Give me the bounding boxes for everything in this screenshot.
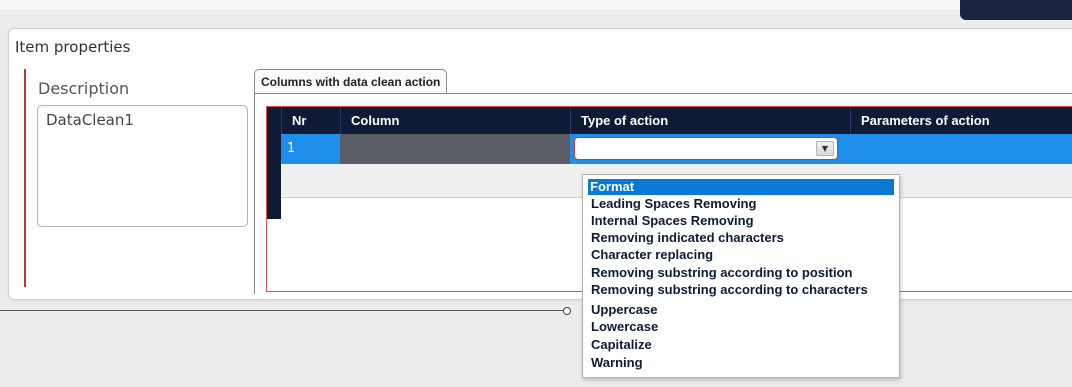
grid-header: Nr Column Type of action Parameters of a… [267,107,1072,134]
description-value: DataClean1 [46,111,134,129]
dropdown-option-leading-spaces-removing[interactable]: Leading Spaces Removing [589,196,756,212]
dropdown-option-removing-substring-by-position[interactable]: Removing substring according to position [589,265,852,281]
type-of-action-select[interactable]: ▼ [574,137,838,160]
header-parameters-of-action[interactable]: Parameters of action [850,107,1072,134]
top-strip [0,0,1072,10]
cell-column[interactable] [340,134,570,164]
dropdown-option-character-replacing[interactable]: Character replacing [589,247,713,263]
cell-parameters-of-action[interactable] [850,134,1072,164]
panel-accent-line [24,69,26,287]
top-toolbar-button[interactable] [960,0,1072,20]
connector-line [0,310,565,311]
cell-nr[interactable]: 1 [281,134,340,164]
dropdown-option-warning[interactable]: Warning [589,355,643,371]
header-type-of-action[interactable]: Type of action [570,107,850,134]
item-properties-panel: Item properties Description DataClean1 C… [8,28,1072,300]
dropdown-option-format[interactable]: Format [588,179,894,195]
connector-dot [563,307,571,315]
description-field[interactable]: DataClean1 [37,105,248,227]
dropdown-option-removing-substring-by-characters[interactable]: Removing substring according to characte… [589,282,868,298]
table-row[interactable]: 1 ▼ [267,134,1072,164]
header-nr[interactable]: Nr [281,107,340,134]
chevron-down-icon[interactable]: ▼ [816,141,834,156]
dropdown-option-internal-spaces-removing[interactable]: Internal Spaces Removing [589,213,754,229]
tab-columns-with-data-clean-action[interactable]: Columns with data clean action [254,69,448,94]
cell-type-of-action[interactable]: ▼ [570,134,850,164]
description-label: Description [38,79,130,98]
dropdown-option-lowercase[interactable]: Lowercase [589,319,658,335]
header-column[interactable]: Column [340,107,570,134]
panel-title: Item properties [15,38,131,56]
dropdown-option-uppercase[interactable]: Uppercase [589,302,657,318]
type-of-action-dropdown-list: Format Leading Spaces Removing Internal … [582,174,900,378]
dropdown-option-removing-indicated-characters[interactable]: Removing indicated characters [589,230,784,246]
dropdown-option-capitalize[interactable]: Capitalize [589,337,652,353]
